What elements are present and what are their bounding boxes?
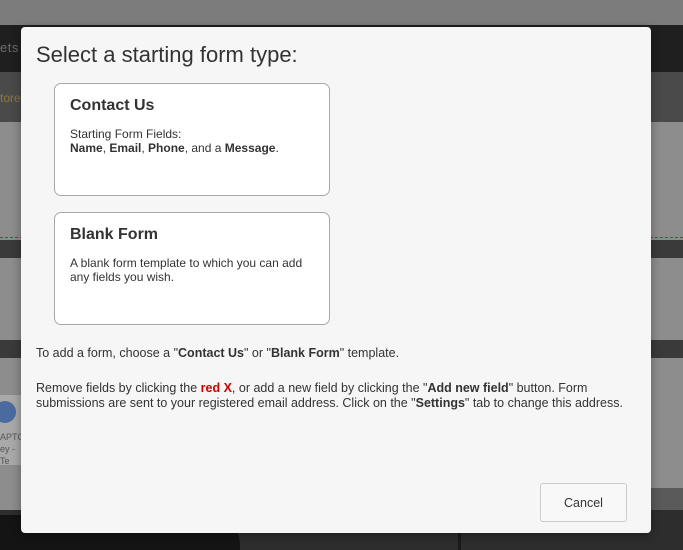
background-topbar xyxy=(0,0,683,25)
red-x-text: red X xyxy=(200,381,232,395)
background-nav-fragment: ets xyxy=(0,40,19,55)
card-desc-fields: Name, Email, Phone, and a Message. xyxy=(70,141,279,155)
background-band xyxy=(650,488,683,510)
card-description: Starting Form Fields: Name, Email, Phone… xyxy=(70,127,314,155)
card-title: Contact Us xyxy=(70,97,155,114)
dialog-title: Select a starting form type: xyxy=(36,42,298,67)
instruction-edit-fields: Remove fields by clicking the red X, or … xyxy=(36,381,623,410)
card-desc-line: Starting Form Fields: xyxy=(70,127,182,141)
background-subnav-fragment: tore xyxy=(0,91,21,105)
form-type-dialog: Select a starting form type: Contact Us … xyxy=(21,27,651,533)
card-description: A blank form template to which you can a… xyxy=(70,256,303,284)
card-title: Blank Form xyxy=(70,226,159,243)
page: ets tore APTC ey - Te Select a starting … xyxy=(0,0,683,550)
contact-us-card[interactable]: Contact Us Starting Form Fields: Name, E… xyxy=(54,83,330,196)
blank-form-card[interactable]: Blank Form A blank form template to whic… xyxy=(54,212,330,325)
captcha-logo-icon xyxy=(0,401,16,423)
cancel-button[interactable]: Cancel xyxy=(540,483,627,522)
instruction-choose-template: To add a form, choose a "Contact Us" or … xyxy=(36,346,400,360)
